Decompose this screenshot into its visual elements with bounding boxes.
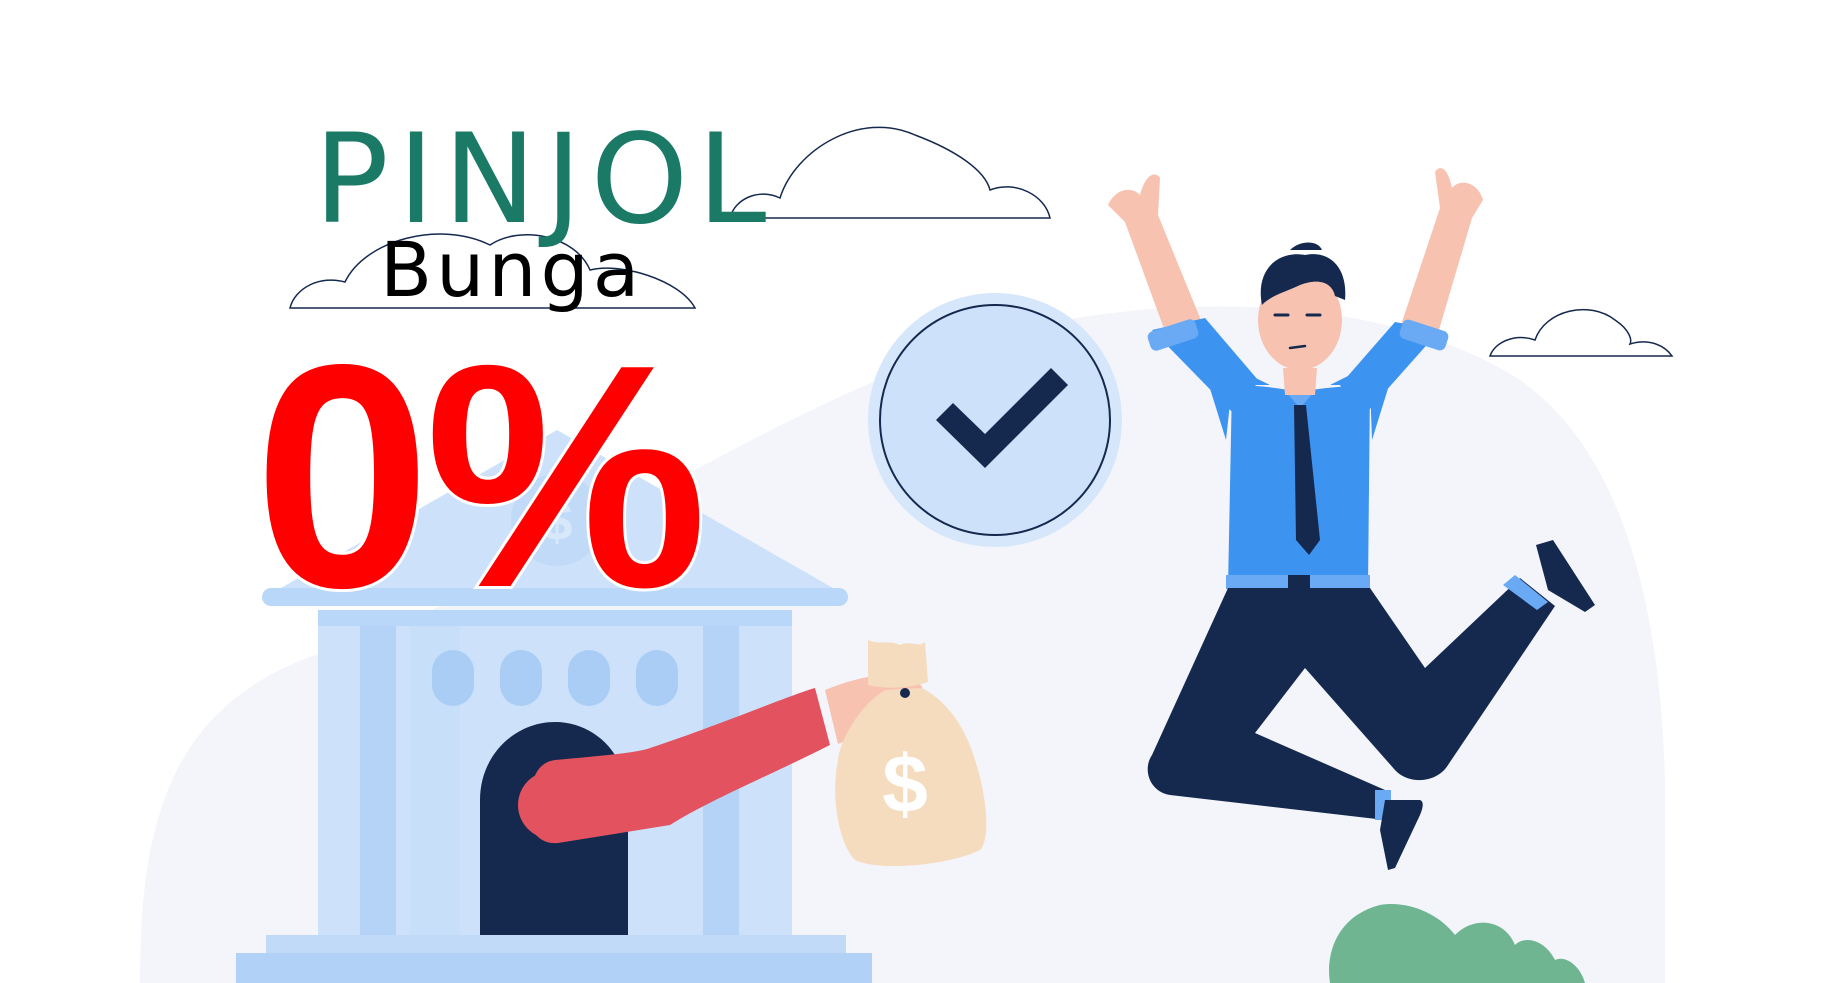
cloud-icon: [729, 126, 1051, 219]
interest-rate: 0%: [251, 299, 711, 654]
subtitle: Bunga: [380, 225, 644, 314]
page-title: PINJOL: [314, 108, 776, 252]
check-icon: [868, 293, 1122, 547]
cloud-icon: [1488, 308, 1674, 357]
dollar-icon: $: [882, 739, 928, 830]
